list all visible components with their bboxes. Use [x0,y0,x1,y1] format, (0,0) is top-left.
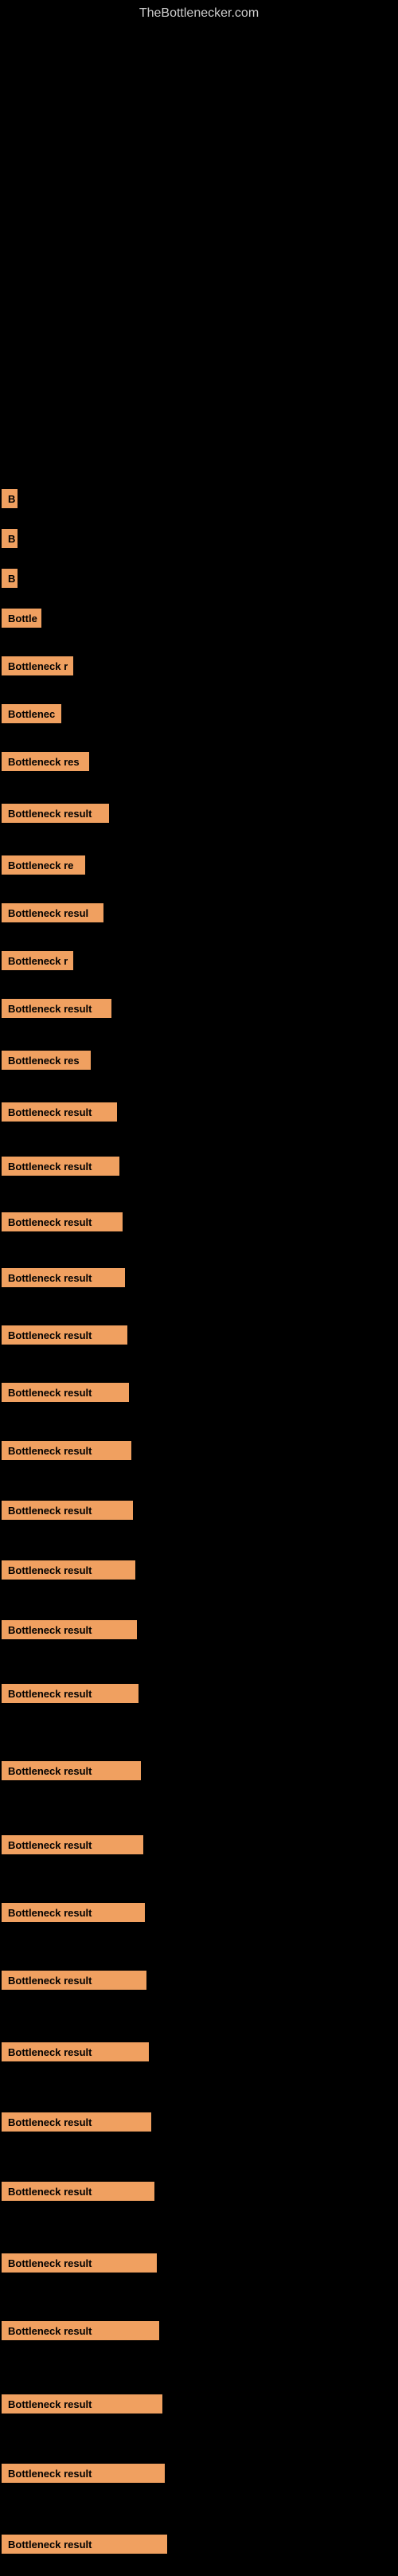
bottleneck-bar-9: Bottleneck re [2,855,85,875]
bottleneck-bar-26: Bottleneck result [2,1835,143,1854]
bottleneck-bar-6: Bottlenec [2,704,61,723]
bottleneck-bar-32: Bottleneck result [2,2253,157,2273]
bottleneck-bar-10: Bottleneck resul [2,903,103,922]
bottleneck-bar-3: B [2,569,18,588]
bottleneck-bar-4: Bottle [2,609,41,628]
bottleneck-bar-20: Bottleneck result [2,1441,131,1460]
bottleneck-bar-34: Bottleneck result [2,2394,162,2414]
bottleneck-bar-23: Bottleneck result [2,1620,137,1639]
bottleneck-bar-31: Bottleneck result [2,2182,154,2201]
site-title: TheBottlenecker.com [0,0,398,27]
bottleneck-bar-2: B [2,529,18,548]
bottleneck-bar-7: Bottleneck res [2,752,89,771]
bottleneck-bar-29: Bottleneck result [2,2042,149,2061]
bottleneck-bar-27: Bottleneck result [2,1903,145,1922]
bottleneck-bar-5: Bottleneck r [2,656,73,675]
bottleneck-bar-18: Bottleneck result [2,1325,127,1345]
bottleneck-bar-28: Bottleneck result [2,1971,146,1990]
bottleneck-bar-14: Bottleneck result [2,1102,117,1122]
bottleneck-bar-11: Bottleneck r [2,951,73,970]
bottleneck-bar-16: Bottleneck result [2,1212,123,1231]
bottleneck-bar-15: Bottleneck result [2,1157,119,1176]
bottleneck-bar-12: Bottleneck result [2,999,111,1018]
bottleneck-bar-1: B [2,489,18,508]
bottleneck-bar-13: Bottleneck res [2,1051,91,1070]
bottleneck-bar-24: Bottleneck result [2,1684,139,1703]
bottleneck-bar-21: Bottleneck result [2,1501,133,1520]
bottleneck-bar-19: Bottleneck result [2,1383,129,1402]
bottleneck-bar-22: Bottleneck result [2,1560,135,1580]
bottleneck-bar-33: Bottleneck result [2,2321,159,2340]
bottleneck-bar-25: Bottleneck result [2,1761,141,1780]
bottleneck-bar-8: Bottleneck result [2,804,109,823]
bottleneck-bar-30: Bottleneck result [2,2112,151,2132]
bottleneck-bar-35: Bottleneck result [2,2464,165,2483]
bottleneck-bar-36: Bottleneck result [2,2535,167,2554]
bottleneck-bar-17: Bottleneck result [2,1268,125,1287]
